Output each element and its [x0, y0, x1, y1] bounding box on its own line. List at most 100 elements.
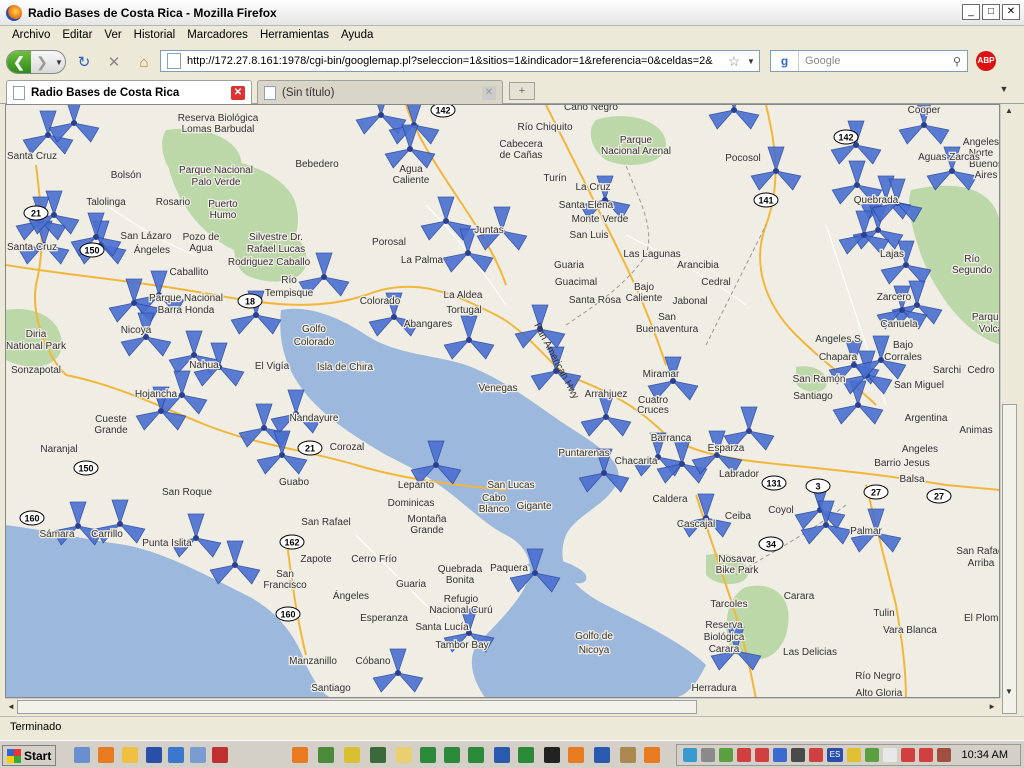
site-center[interactable]: [855, 402, 861, 408]
tray-icon[interactable]: [719, 748, 733, 762]
back-button[interactable]: ❮: [7, 51, 31, 73]
site-center[interactable]: [279, 452, 285, 458]
menu-historial[interactable]: Historial: [128, 26, 182, 46]
excel-task-icon[interactable]: [468, 747, 484, 763]
site-center[interactable]: [899, 307, 905, 313]
internet-explorer-icon[interactable]: [168, 747, 184, 763]
site-center[interactable]: [321, 274, 327, 280]
tray-icon[interactable]: [901, 748, 915, 762]
horizontal-scroll-thumb[interactable]: [17, 700, 697, 714]
vertical-scroll-thumb[interactable]: [1002, 404, 1017, 714]
site-center[interactable]: [71, 120, 77, 126]
task-icon[interactable]: [318, 747, 334, 763]
menu-archivo[interactable]: Archivo: [6, 26, 56, 46]
history-dropdown-icon[interactable]: ▼: [53, 58, 65, 67]
url-text[interactable]: http://172.27.8.161:1978/cgi-bin/googlem…: [187, 55, 725, 67]
scroll-right-icon[interactable]: ►: [988, 702, 996, 711]
minimize-button[interactable]: _: [962, 4, 980, 20]
firefox-task-icon[interactable]: [644, 747, 660, 763]
tray-icon[interactable]: [919, 748, 933, 762]
menu-editar[interactable]: Editar: [56, 26, 98, 46]
site-center[interactable]: [914, 302, 920, 308]
site-center[interactable]: [532, 570, 538, 576]
horizontal-scrollbar[interactable]: ◄ ►: [5, 698, 1000, 715]
vertical-scrollbar[interactable]: ▲ ▼: [1000, 104, 1017, 714]
google-engine-icon[interactable]: g: [771, 51, 799, 71]
site-center[interactable]: [117, 521, 123, 527]
menu-ayuda[interactable]: Ayuda: [335, 26, 379, 46]
word-task-icon[interactable]: [594, 747, 610, 763]
site-center[interactable]: [158, 408, 164, 414]
task-icon[interactable]: [370, 747, 386, 763]
site-center[interactable]: [93, 234, 99, 240]
site-center[interactable]: [731, 107, 737, 113]
menu-ver[interactable]: Ver: [98, 26, 127, 46]
scroll-up-icon[interactable]: ▲: [1005, 106, 1013, 115]
tray-icon[interactable]: [937, 748, 951, 762]
site-center[interactable]: [603, 414, 609, 420]
tray-icon[interactable]: [773, 748, 787, 762]
terminal-task-icon[interactable]: [544, 747, 560, 763]
excel-task-icon[interactable]: [420, 747, 436, 763]
site-center[interactable]: [921, 122, 927, 128]
site-center[interactable]: [903, 262, 909, 268]
new-tab-button[interactable]: +: [509, 82, 535, 100]
tray-icon[interactable]: [701, 748, 715, 762]
tray-icon[interactable]: [883, 748, 897, 762]
firefox-task-icon[interactable]: [292, 747, 308, 763]
media-player-icon[interactable]: [146, 747, 162, 763]
address-bar[interactable]: http://172.27.8.161:1978/cgi-bin/googlem…: [160, 50, 760, 72]
tab-radio-bases[interactable]: Radio Bases de Costa Rica ✕: [6, 80, 252, 104]
search-placeholder[interactable]: Google: [799, 55, 947, 67]
map-view[interactable]: Reserva Biológica Lomas Barbudal Santa Cru…: [5, 104, 1000, 698]
tray-icon[interactable]: [755, 748, 769, 762]
site-center[interactable]: [823, 522, 829, 528]
site-center[interactable]: [679, 461, 685, 467]
site-center[interactable]: [433, 462, 439, 468]
adblock-icon[interactable]: ABP: [976, 51, 996, 71]
search-icon[interactable]: ⚲: [947, 55, 967, 68]
tray-icon[interactable]: [865, 748, 879, 762]
site-center[interactable]: [261, 425, 267, 431]
close-tab-icon[interactable]: ✕: [231, 85, 245, 100]
site-center[interactable]: [193, 535, 199, 541]
forward-button[interactable]: ❯: [31, 54, 53, 71]
reload-icon[interactable]: ↻: [72, 50, 96, 74]
map-canvas[interactable]: Reserva BiológicaLomas BarbudalSanta Cru…: [6, 105, 1000, 698]
scroll-left-icon[interactable]: ◄: [7, 702, 15, 711]
task-icon[interactable]: [620, 747, 636, 763]
home-icon[interactable]: ⌂: [132, 50, 156, 74]
excel-task-icon[interactable]: [444, 747, 460, 763]
site-center[interactable]: [179, 392, 185, 398]
tab-sin-titulo[interactable]: (Sin título) ✕: [257, 80, 503, 104]
site-center[interactable]: [75, 523, 81, 529]
word-task-icon[interactable]: [494, 747, 510, 763]
site-center[interactable]: [875, 227, 881, 233]
site-center[interactable]: [878, 357, 884, 363]
maximize-button[interactable]: □: [982, 4, 1000, 20]
folder-task-icon[interactable]: [396, 747, 412, 763]
excel-task-icon[interactable]: [518, 747, 534, 763]
site-center[interactable]: [465, 250, 471, 256]
site-center[interactable]: [466, 337, 472, 343]
firefox-task-icon[interactable]: [568, 747, 584, 763]
stop-icon[interactable]: ✕: [102, 50, 126, 74]
site-center[interactable]: [443, 218, 449, 224]
site-center[interactable]: [391, 314, 397, 320]
search-box[interactable]: g Google ⚲: [770, 50, 968, 72]
site-center[interactable]: [773, 168, 779, 174]
tray-icon[interactable]: [809, 748, 823, 762]
site-center[interactable]: [51, 212, 57, 218]
language-indicator[interactable]: ES: [827, 748, 843, 762]
tabs-list-icon[interactable]: ▼: [996, 84, 1012, 100]
site-center[interactable]: [131, 300, 137, 306]
site-center[interactable]: [232, 562, 238, 568]
desktop-icon[interactable]: [74, 747, 90, 763]
task-icon[interactable]: [344, 747, 360, 763]
bookmark-star-icon[interactable]: ☆: [725, 53, 743, 70]
tray-icon[interactable]: [683, 748, 697, 762]
close-button[interactable]: ✕: [1002, 4, 1020, 20]
menu-marcadores[interactable]: Marcadores: [181, 26, 254, 46]
site-center[interactable]: [378, 112, 384, 118]
tray-icon[interactable]: [847, 748, 861, 762]
